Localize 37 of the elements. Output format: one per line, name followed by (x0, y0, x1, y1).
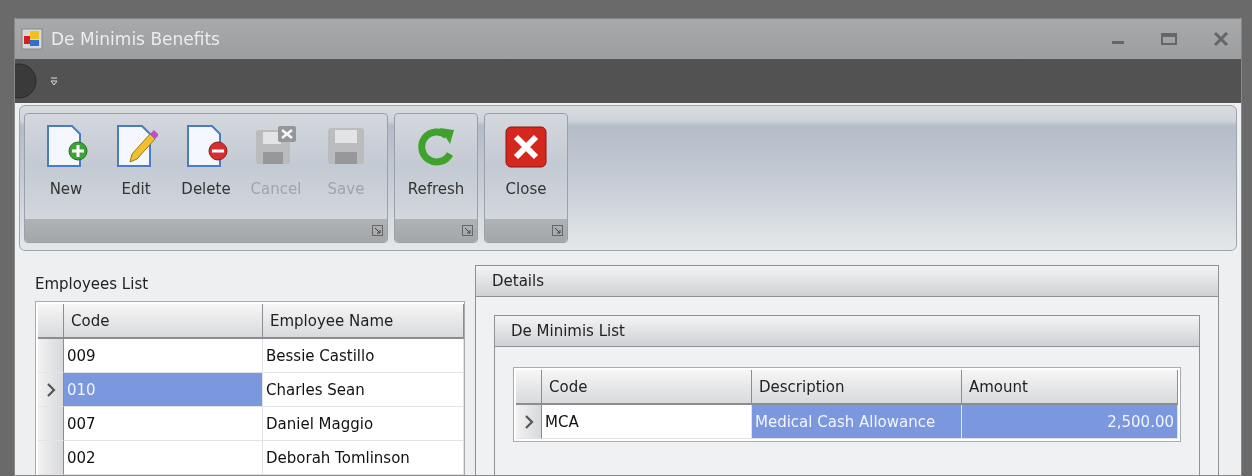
section-label: Employees List (35, 275, 150, 293)
close-icon (504, 124, 548, 170)
table-cell[interactable]: 007 (64, 407, 263, 441)
row-indicator[interactable] (38, 407, 64, 441)
column-header[interactable]: Code (64, 304, 263, 339)
column-header[interactable]: Amount (962, 370, 1178, 405)
table-cell[interactable]: 002 (64, 441, 263, 475)
table-cell[interactable]: Deborah Tomlinson (263, 441, 464, 475)
row-indicator[interactable] (38, 373, 64, 407)
dialog-launcher-icon[interactable] (552, 225, 563, 236)
dialog-launcher-icon[interactable] (372, 225, 383, 236)
panel-header: De Minimis List (495, 316, 1199, 347)
row-indicator[interactable] (516, 405, 542, 439)
new-document-icon (44, 124, 88, 170)
application-menu-icon[interactable] (15, 63, 37, 99)
edit-button[interactable]: Edit (101, 120, 171, 208)
delete-button[interactable]: Delete (171, 120, 241, 208)
delete-document-icon (184, 124, 228, 170)
maximize-icon[interactable] (1161, 32, 1177, 46)
dialog-launcher-icon[interactable] (462, 225, 473, 236)
pencil-document-icon (114, 124, 158, 170)
table-cell[interactable]: Daniel Maggio (263, 407, 464, 441)
row-indicator[interactable] (38, 441, 64, 475)
close-window-icon[interactable] (1213, 32, 1229, 46)
column-header[interactable]: Code (542, 370, 752, 405)
customize-dropdown-icon[interactable] (49, 76, 59, 86)
app-icon (21, 28, 43, 50)
current-row-icon (523, 414, 534, 429)
column-header[interactable]: Employee Name (263, 304, 464, 339)
table-cell[interactable]: Bessie Castillo (263, 339, 464, 373)
window-title: De Minimis Benefits (51, 29, 221, 49)
row-indicator[interactable] (38, 339, 64, 373)
table-cell[interactable]: Charles Sean (263, 373, 464, 407)
new-button[interactable]: New (31, 120, 101, 208)
column-header[interactable]: Description (752, 370, 962, 405)
current-row-icon (45, 382, 56, 397)
panel-header: Details (476, 266, 1218, 297)
